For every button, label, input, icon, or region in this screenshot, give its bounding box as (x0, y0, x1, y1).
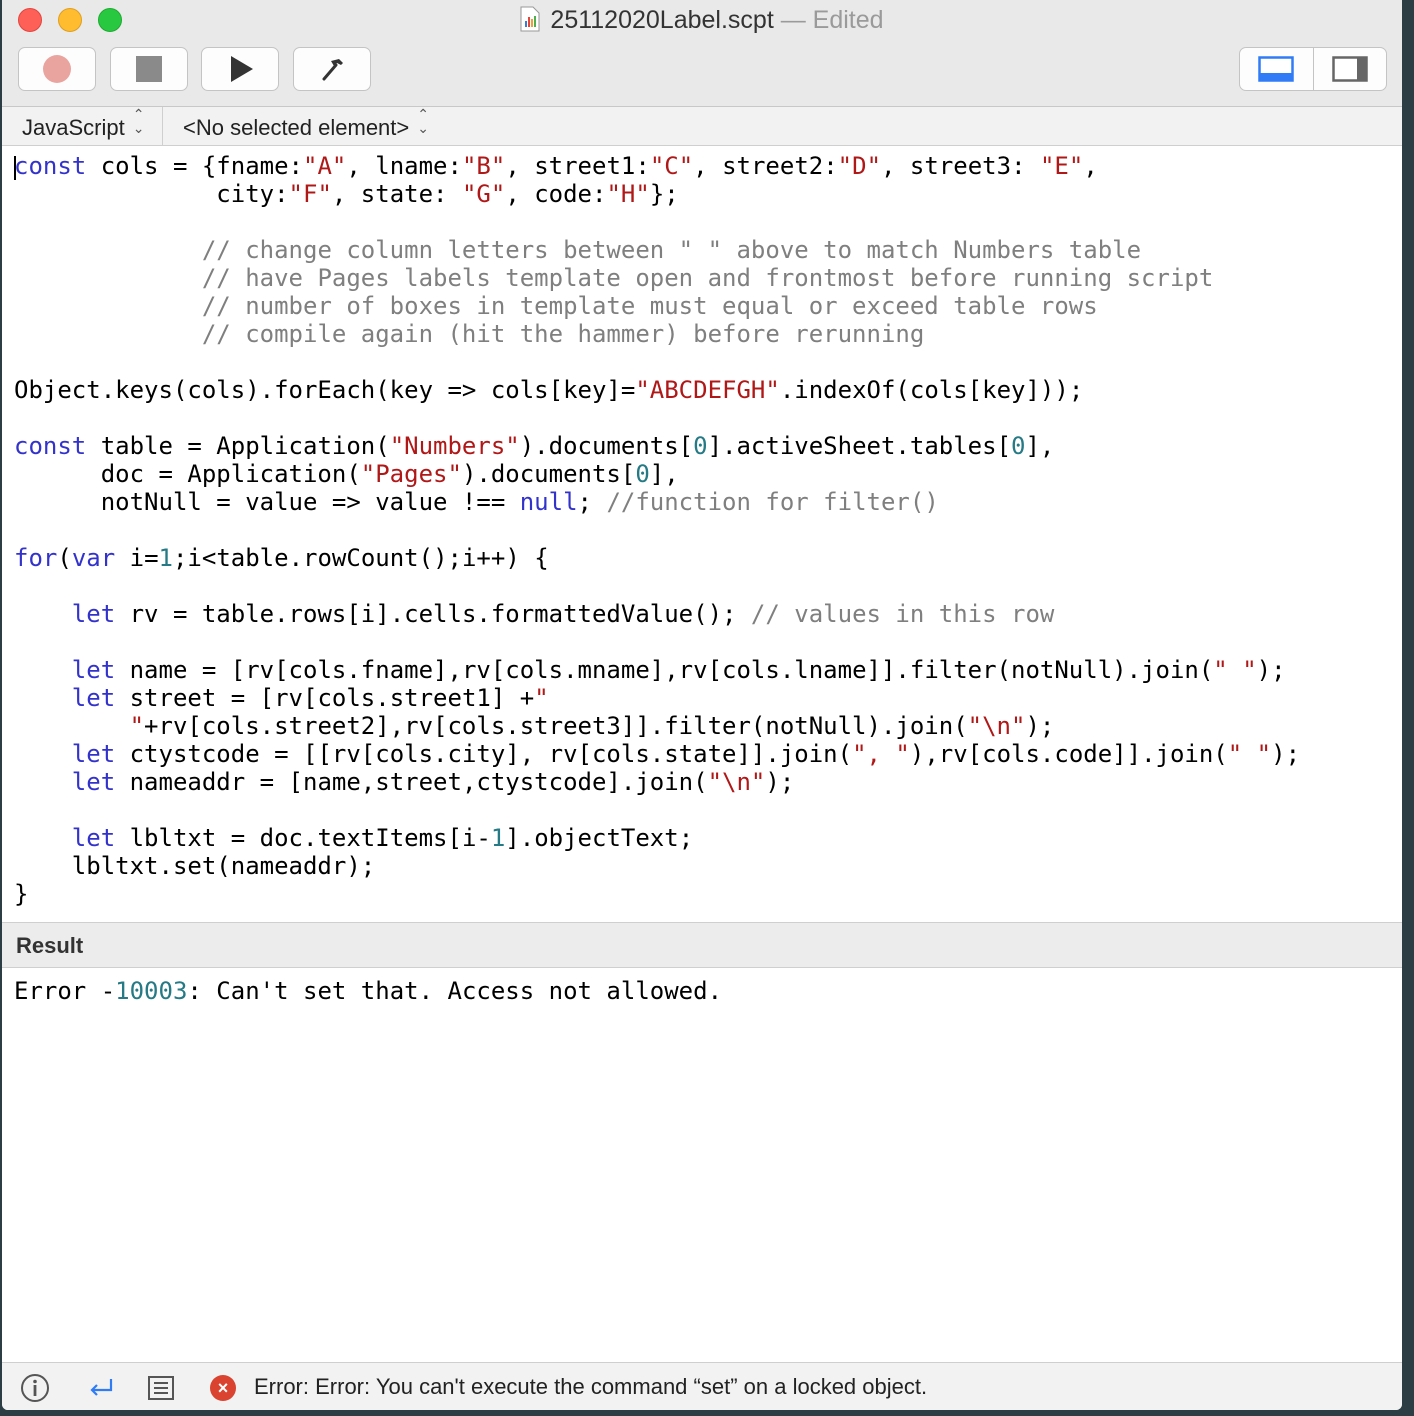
titlebar: 25112020Label.scpt — Edited (2, 0, 1402, 107)
status-bar: × Error: Error: You can't execute the co… (2, 1362, 1402, 1410)
play-icon (231, 56, 253, 82)
chevron-updown-icon: ⌃ ⌄ (132, 106, 145, 136)
record-icon (43, 55, 71, 83)
stop-button[interactable] (110, 47, 188, 91)
show-bottom-pane-button[interactable] (1240, 48, 1313, 90)
element-popup[interactable]: <No selected element> ⌃ ⌄ (163, 107, 463, 145)
error-icon: × (210, 1375, 236, 1401)
script-editor-window: 25112020Label.scpt — Edited JavaScript⌃ … (2, 0, 1402, 1410)
chevron-updown-icon: ⌃ ⌄ (417, 106, 429, 136)
log-list-button[interactable] (146, 1373, 176, 1403)
language-label: JavaScript (22, 115, 125, 140)
language-popup[interactable]: JavaScript ⌃ ⌄ (2, 107, 162, 145)
script-editor[interactable]: const cols = {fname:"A", lname:"B", stre… (2, 146, 1402, 922)
stop-icon (136, 56, 162, 82)
edited-label: — Edited (780, 6, 884, 34)
window-title: 25112020Label.scpt (550, 6, 774, 34)
view-toggle-segmented-control (1239, 47, 1387, 91)
window-title-bar: 25112020Label.scpt — Edited (2, 6, 1402, 35)
run-button[interactable] (201, 47, 279, 91)
info-icon (21, 1374, 49, 1402)
hammer-icon (322, 59, 343, 81)
script-code[interactable]: const cols = {fname:"A", lname:"B", stre… (14, 152, 1300, 908)
show-side-pane-button[interactable] (1314, 48, 1387, 90)
return-icon (90, 1379, 113, 1396)
side-pane-icon (1332, 56, 1368, 82)
list-icon (148, 1376, 174, 1400)
info-button[interactable] (20, 1373, 50, 1403)
return-button[interactable] (86, 1373, 116, 1403)
bottom-pane-icon (1258, 56, 1294, 82)
status-message: Error: Error: You can't execute the comm… (254, 1374, 928, 1399)
script-document-icon (520, 6, 540, 32)
element-label: <No selected element> (183, 115, 410, 140)
result-header: Result (2, 922, 1402, 968)
navigation-bar: JavaScript ⌃ ⌄ <No selected element> ⌃ ⌄ (2, 107, 1402, 146)
result-text: Error -10003: Can't set that. Access not… (14, 977, 723, 1005)
record-button[interactable] (18, 47, 96, 91)
compile-button[interactable] (293, 47, 371, 91)
